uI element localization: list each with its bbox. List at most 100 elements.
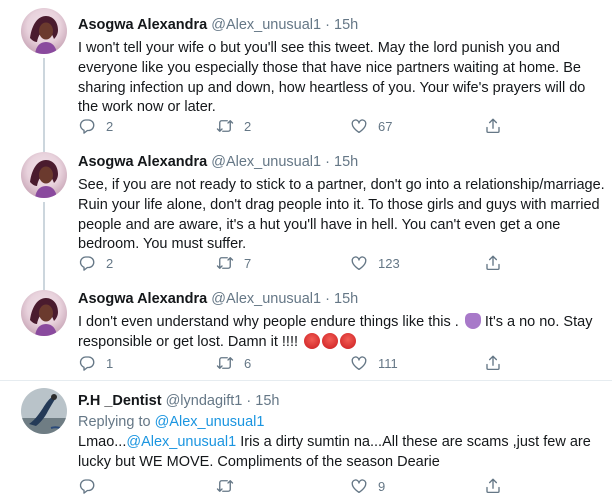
tweet-line-part: I don't even understand why people endur… xyxy=(78,314,459,330)
retweet-icon xyxy=(216,117,234,135)
heart-icon xyxy=(350,117,368,135)
thread-line xyxy=(43,58,45,146)
reply-icon xyxy=(78,354,96,372)
tweet-line: sharing infection up and down, how heart… xyxy=(78,79,586,96)
tweet-text: I don't even understand why people endur… xyxy=(78,313,608,353)
tweet-2[interactable]: Asogwa Alexandra @Alex_unusual1 · 15h Se… xyxy=(0,146,612,286)
angry-face-emoji xyxy=(304,332,321,349)
reply-count: 2 xyxy=(106,118,114,134)
display-name[interactable]: Asogwa Alexandra xyxy=(78,291,207,307)
retweet-icon xyxy=(216,254,234,272)
heart-icon xyxy=(350,477,368,495)
like-count: 9 xyxy=(378,478,386,494)
retweet-button[interactable] xyxy=(216,477,244,495)
tweet-actions: 9 xyxy=(78,477,508,497)
user-handle[interactable]: @lyndagift1 xyxy=(166,393,243,409)
replying-to-mention[interactable]: @Alex_unusual1 xyxy=(155,414,265,430)
reply-icon xyxy=(78,254,96,272)
like-button[interactable]: 67 xyxy=(350,117,392,135)
retweet-icon xyxy=(216,477,234,495)
tweet-header: Asogwa Alexandra @Alex_unusual1 · 15h xyxy=(78,154,358,170)
separator-dot: · xyxy=(325,17,330,33)
display-name[interactable]: P.H _Dentist xyxy=(78,393,162,409)
tweet-line-part: It's a no no. Stay xyxy=(480,314,593,330)
share-button[interactable] xyxy=(484,477,502,495)
share-icon xyxy=(484,117,502,135)
share-icon xyxy=(484,254,502,272)
tweet-actions: 1 6 111 xyxy=(78,354,508,374)
separator-dot: · xyxy=(325,154,330,170)
reply-count: 1 xyxy=(106,355,114,371)
avatar[interactable] xyxy=(21,388,67,434)
tweet-line: the work now or later. xyxy=(78,99,216,116)
mention-link[interactable]: @Alex_unusual1 xyxy=(126,434,236,450)
like-button[interactable]: 9 xyxy=(350,477,385,495)
reply-tweet[interactable]: P.H _Dentist @lyndagift1 · 15h Replying … xyxy=(0,381,612,499)
tweet-actions: 2 7 123 xyxy=(78,254,508,274)
tweet-1[interactable]: Asogwa Alexandra @Alex_unusual1 · 15h I … xyxy=(0,0,612,146)
timestamp[interactable]: 15h xyxy=(334,291,358,307)
reply-count: 2 xyxy=(106,255,114,271)
retweet-button[interactable]: 2 xyxy=(216,117,251,135)
angry-face-emoji xyxy=(340,332,357,349)
avatar[interactable] xyxy=(21,8,67,54)
share-button[interactable] xyxy=(484,254,502,272)
reply-button[interactable]: 2 xyxy=(78,117,113,135)
separator-dot: · xyxy=(246,393,252,409)
avatar[interactable] xyxy=(21,152,67,198)
retweet-icon xyxy=(216,354,234,372)
reply-icon xyxy=(78,117,96,135)
retweet-count: 6 xyxy=(244,355,252,371)
tweet-text: Lmao...@Alex_unusual1 Iris a dirty sumti… xyxy=(78,433,608,473)
tweet-line-part: Iris a dirty sumtin na...All these are s… xyxy=(236,434,591,450)
replying-to-label: Replying to xyxy=(78,414,155,430)
user-handle[interactable]: @Alex_unusual1 xyxy=(211,291,321,307)
like-count: 123 xyxy=(378,255,400,271)
replying-to: Replying to @Alex_unusual1 xyxy=(78,414,264,430)
retweet-count: 7 xyxy=(244,255,252,271)
tweet-line: bedroom. You must suffer. xyxy=(78,236,247,253)
like-button[interactable]: 123 xyxy=(350,254,400,272)
reply-button[interactable] xyxy=(78,477,106,495)
share-button[interactable] xyxy=(484,354,502,372)
user-handle[interactable]: @Alex_unusual1 xyxy=(211,154,321,170)
separator-dot: · xyxy=(325,291,330,307)
user-handle[interactable]: @Alex_unusual1 xyxy=(211,17,321,33)
tweet-line-part: responsible or get lost. Damn it !!!! xyxy=(78,333,303,350)
reply-icon xyxy=(78,477,96,495)
like-button[interactable]: 111 xyxy=(350,354,398,372)
heart-icon xyxy=(350,354,368,372)
tweet-line: Lmao...@Alex_unusual1 Iris a dirty sumti… xyxy=(78,433,608,453)
retweet-button[interactable]: 6 xyxy=(216,354,251,372)
tweet-line: people and are aware, it's a hut you'll … xyxy=(78,216,561,233)
tweet-line: I won't tell your wife o but you'll see … xyxy=(78,40,560,56)
share-icon xyxy=(484,354,502,372)
display-name[interactable]: Asogwa Alexandra xyxy=(78,17,207,33)
tweet-line: responsible or get lost. Damn it !!!! xyxy=(78,332,608,353)
tweet-line: everyone like you especially those that … xyxy=(78,59,581,76)
angry-face-emoji xyxy=(322,332,339,349)
tweet-line: Ruin your life alone, don't drag people … xyxy=(78,196,600,213)
tweet-3[interactable]: Asogwa Alexandra @Alex_unusual1 · 15h I … xyxy=(0,286,612,379)
like-count: 111 xyxy=(378,355,398,371)
avatar[interactable] xyxy=(21,290,67,336)
heart-icon xyxy=(350,254,368,272)
display-name[interactable]: Asogwa Alexandra xyxy=(78,154,207,170)
woman-facepalming-emoji xyxy=(464,313,481,329)
timestamp[interactable]: 15h xyxy=(334,154,358,170)
share-button[interactable] xyxy=(484,117,502,135)
tweet-line: See, if you are not ready to stick to a … xyxy=(78,177,605,193)
reply-button[interactable]: 2 xyxy=(78,254,113,272)
thread-line xyxy=(43,202,45,286)
tweet-line: lucky but WE MOVE. Compliments of the se… xyxy=(78,453,440,470)
share-icon xyxy=(484,477,502,495)
tweet-header: P.H _Dentist @lyndagift1 · 15h xyxy=(78,393,279,409)
retweet-button[interactable]: 7 xyxy=(216,254,251,272)
tweet-text: See, if you are not ready to stick to a … xyxy=(78,176,610,255)
reply-button[interactable]: 1 xyxy=(78,354,113,372)
tweet-actions: 2 2 67 xyxy=(78,117,508,137)
tweet-header: Asogwa Alexandra @Alex_unusual1 · 15h xyxy=(78,17,358,33)
tweet-line: I don't even understand why people endur… xyxy=(78,313,608,333)
timestamp[interactable]: 15h xyxy=(334,17,358,33)
timestamp[interactable]: 15h xyxy=(255,393,279,409)
